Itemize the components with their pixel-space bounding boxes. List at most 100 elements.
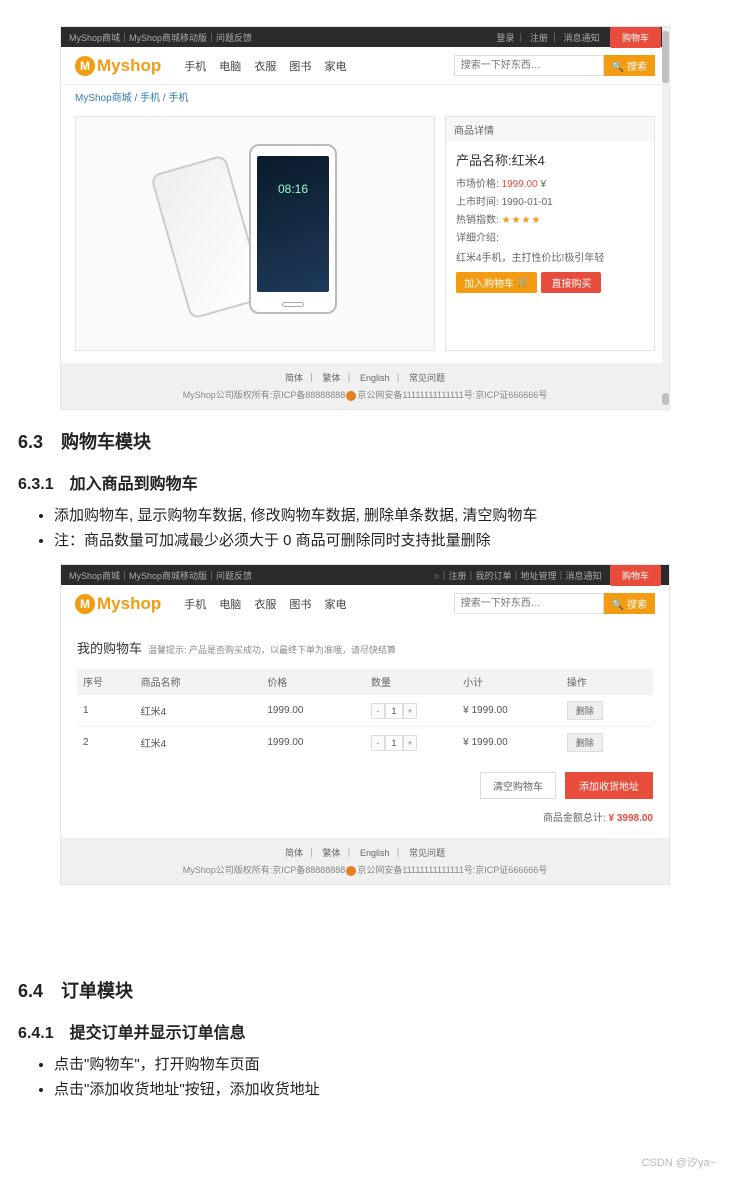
search-input[interactable] (454, 55, 604, 76)
search-button[interactable]: 🔍 搜索 (604, 55, 655, 76)
logo-text: Myshop (97, 56, 161, 76)
beian-icon (346, 391, 356, 401)
faq-link[interactable]: 常见问题 (409, 848, 445, 858)
rating-stars: ★★★★ (502, 215, 542, 226)
beian-icon (346, 866, 356, 876)
topbar-right: ○｜注册｜我的订单｜地址管理｜消息通知 购物车 (434, 565, 661, 586)
logo-icon: M (75, 594, 95, 614)
cart-table: 序号 商品名称 价格 数量 小计 操作 1 红米4 1999.00 -1+ ¥ … (77, 669, 653, 758)
search-input[interactable] (454, 593, 604, 614)
cart-subtitle: 温馨提示: 产品是否购买成功，以最终下单为准哦，请尽快结算 (148, 643, 396, 656)
topbar: MyShop商城｜MyShop商城移动版｜问题反馈 ○｜注册｜我的订单｜地址管理… (61, 565, 669, 585)
product-name: 产品名称:红米4 (456, 150, 644, 169)
nav-clothes[interactable]: 衣服 (254, 599, 276, 611)
list-item: 添加购物车, 显示购物车数据, 修改购物车数据, 删除单条数据, 清空购物车 (54, 504, 712, 525)
footer: 简体｜ 繁体｜ English｜ 常见问题 MyShop公司版权所有:京ICP备… (61, 838, 669, 884)
logo-icon: M (75, 56, 95, 76)
release-date: 1990-01-01 (502, 197, 553, 208)
product-desc: 红米4手机，主打性价比!极引年轻 (456, 249, 644, 264)
qty-value[interactable]: 1 (385, 735, 403, 751)
topbar-links[interactable]: MyShop商城｜MyShop商城移动版｜问题反馈 (69, 569, 252, 582)
market-price: 1999.00 (502, 179, 538, 190)
nav-pc[interactable]: 电脑 (219, 599, 241, 611)
main-nav: 手机 电脑 衣服 图书 家电 (179, 596, 351, 612)
add-address-button[interactable]: 添加收货地址 (565, 772, 653, 799)
heading-6-3-1: 6.3.1 加入商品到购物车 (18, 470, 712, 494)
nav-books[interactable]: 图书 (289, 599, 311, 611)
table-header-row: 序号 商品名称 价格 数量 小计 操作 (77, 669, 653, 695)
cart-title: 我的购物车 (77, 638, 142, 657)
nav-books[interactable]: 图书 (289, 61, 311, 73)
topbar-cart-button[interactable]: 购物车 (610, 565, 661, 586)
lang-tc[interactable]: 繁体 (322, 373, 340, 383)
search-bar: 🔍 搜索 (454, 55, 655, 76)
login-link[interactable]: 登录 (496, 33, 514, 43)
heading-6-4: 6.4 订单模块 (18, 977, 712, 1003)
lang-sc[interactable]: 简体 (285, 848, 303, 858)
logo[interactable]: M Myshop (75, 56, 161, 76)
nav-pc[interactable]: 电脑 (219, 61, 241, 73)
topbar-right: 登录｜ 注册｜ 消息通知 购物车 (494, 27, 661, 48)
cart-panel: 我的购物车 温馨提示: 产品是否购买成功，以最终下单为准哦，请尽快结算 序号 商… (61, 622, 669, 838)
nav-appliance[interactable]: 家电 (324, 599, 346, 611)
cart-icon: 🛒 (517, 277, 529, 288)
bullet-list-1: 添加购物车, 显示购物车数据, 修改购物车数据, 删除单条数据, 清空购物车 注… (54, 504, 712, 550)
product-info: 商品详情 产品名称:红米4 市场价格: 1999.00 ¥ 上市时间: 1990… (445, 116, 655, 351)
minus-button[interactable]: - (371, 703, 385, 719)
heading-6-3: 6.3 购物车模块 (18, 428, 712, 454)
breadcrumb: MyShop商城 / 手机 / 手机 (61, 84, 669, 108)
delete-button[interactable]: 删除 (567, 701, 603, 720)
topbar-links[interactable]: MyShop商城｜MyShop商城移动版｜问题反馈 (69, 31, 252, 44)
main-nav: 手机 电脑 衣服 图书 家电 (179, 58, 351, 74)
heading-6-4-1: 6.4.1 提交订单并显示订单信息 (18, 1019, 712, 1043)
crumb-home[interactable]: MyShop商城 (75, 93, 132, 104)
quantity-stepper[interactable]: -1+ (371, 735, 451, 751)
bullet-list-2: 点击"购物车"，打开购物车页面 点击"添加收货地址"按钮，添加收货地址 (54, 1053, 712, 1099)
nav-phone[interactable]: 手机 (184, 61, 206, 73)
lang-en[interactable]: English (360, 373, 390, 383)
search-button[interactable]: 🔍 搜索 (604, 593, 655, 614)
nav-clothes[interactable]: 衣服 (254, 61, 276, 73)
nav-phone[interactable]: 手机 (184, 599, 206, 611)
header: M Myshop 手机 电脑 衣服 图书 家电 🔍 搜索 (61, 47, 669, 84)
delete-button[interactable]: 删除 (567, 733, 603, 752)
crumb-current: 手机 (168, 93, 188, 104)
qty-value[interactable]: 1 (385, 703, 403, 719)
footer: 简体｜ 繁体｜ English｜ 常见问题 MyShop公司版权所有:京ICP备… (61, 363, 669, 409)
logo-text: Myshop (97, 594, 161, 614)
logo[interactable]: M Myshop (75, 594, 161, 614)
phone-front-icon: 08:16 (249, 144, 337, 314)
info-header: 商品详情 (446, 117, 654, 142)
product-detail: 08:16 商品详情 产品名称:红米4 市场价格: 1999.00 ¥ 上市时间… (61, 108, 669, 363)
header: M Myshop 手机 电脑 衣服 图书 家电 🔍 搜索 (61, 585, 669, 622)
plus-button[interactable]: + (403, 703, 417, 719)
scrollbar[interactable] (662, 27, 669, 409)
faq-link[interactable]: 常见问题 (409, 373, 445, 383)
plus-button[interactable]: + (403, 735, 417, 751)
topbar-cart-button[interactable]: 购物车 (610, 27, 661, 48)
table-row: 2 红米4 1999.00 -1+ ¥ 1999.00 删除 (77, 727, 653, 759)
cart-total: 商品金额总计: ¥ 3998.00 (77, 809, 653, 824)
clear-cart-button[interactable]: 清空购物车 (480, 772, 556, 799)
cart-screenshot: MyShop商城｜MyShop商城移动版｜问题反馈 ○｜注册｜我的订单｜地址管理… (60, 564, 670, 885)
lang-en[interactable]: English (360, 848, 390, 858)
crumb-cat[interactable]: 手机 (140, 93, 160, 104)
phone-time: 08:16 (278, 182, 308, 196)
total-price: ¥ 3998.00 (609, 813, 654, 824)
register-link[interactable]: 注册 (530, 33, 548, 43)
nav-appliance[interactable]: 家电 (324, 61, 346, 73)
search-icon: 🔍 (612, 62, 624, 73)
notify-link[interactable]: 消息通知 (563, 33, 599, 43)
lang-tc[interactable]: 繁体 (322, 848, 340, 858)
list-item: 注：商品数量可加减最少必须大于 0 商品可删除同时支持批量删除 (54, 529, 712, 550)
product-detail-screenshot: MyShop商城｜MyShop商城移动版｜问题反馈 登录｜ 注册｜ 消息通知 购… (60, 26, 670, 410)
add-to-cart-button[interactable]: 加入购物车🛒 (456, 272, 537, 293)
lang-sc[interactable]: 简体 (285, 373, 303, 383)
search-bar: 🔍 搜索 (454, 593, 655, 614)
topbar: MyShop商城｜MyShop商城移动版｜问题反馈 登录｜ 注册｜ 消息通知 购… (61, 27, 669, 47)
minus-button[interactable]: - (371, 735, 385, 751)
buy-now-button[interactable]: 直接购买 (541, 272, 601, 293)
quantity-stepper[interactable]: -1+ (371, 703, 451, 719)
watermark: CSDN @汐ya~ (642, 1154, 716, 1170)
list-item: 点击"添加收货地址"按钮，添加收货地址 (54, 1078, 712, 1099)
